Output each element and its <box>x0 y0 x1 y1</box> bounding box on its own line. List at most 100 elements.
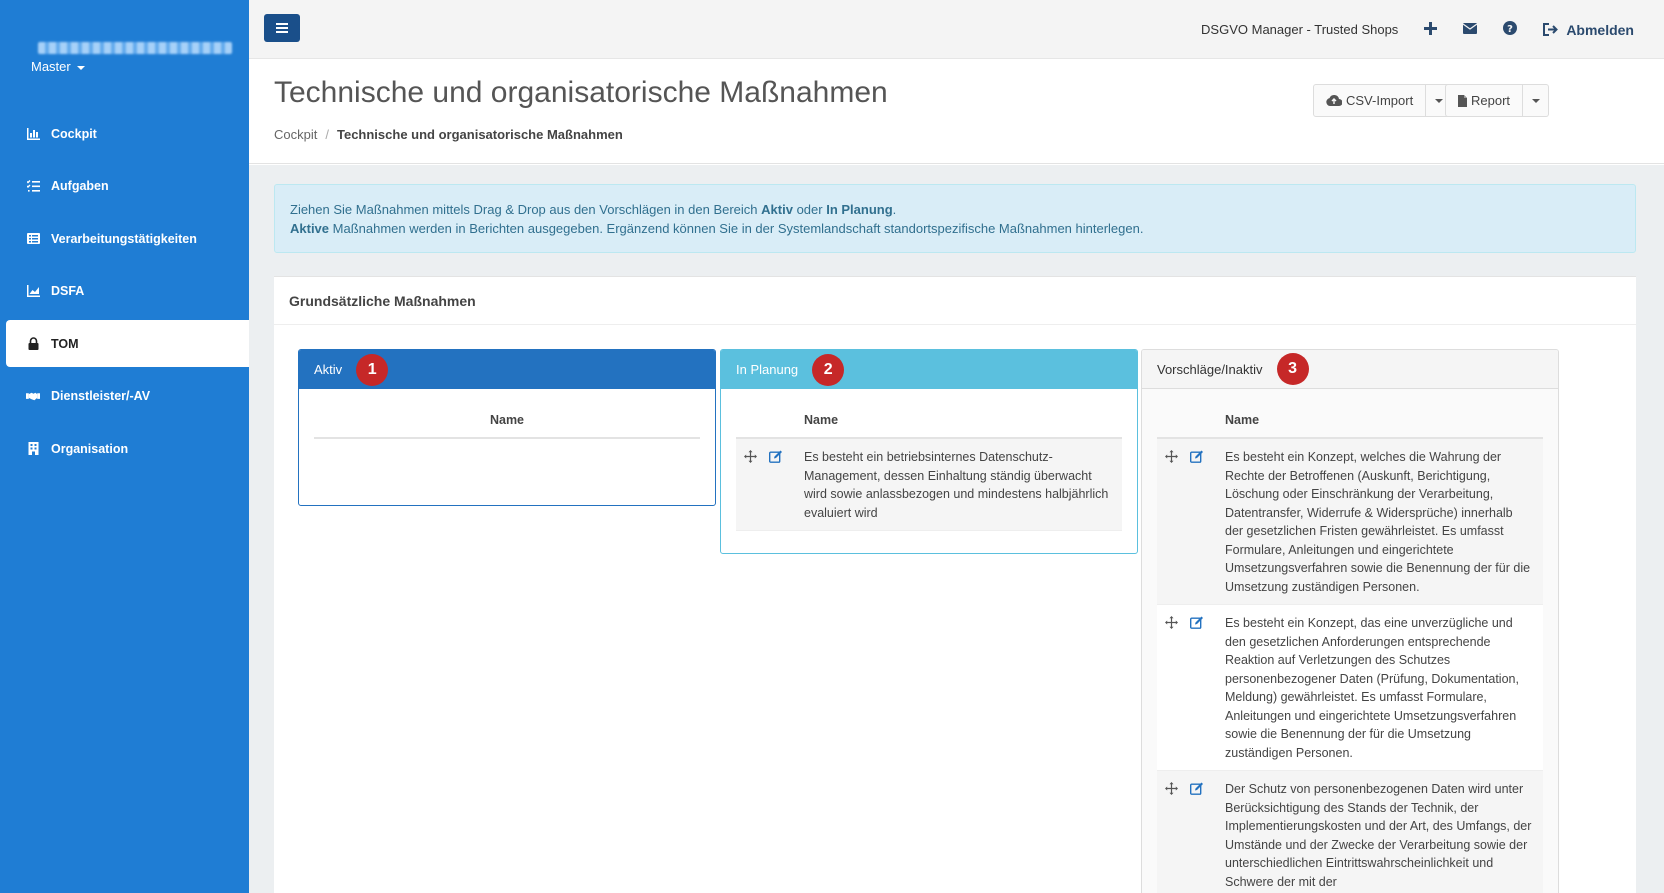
help-icon[interactable]: ? <box>1503 21 1518 38</box>
info-text: Maßnahmen werden in Berichten ausgegeben… <box>329 221 1144 236</box>
sidebar-item-cockpit[interactable]: Cockpit <box>0 110 249 157</box>
column-header-name[interactable]: Name <box>736 403 1122 439</box>
chart-icon <box>26 127 40 141</box>
table-row[interactable]: Es besteht ein betriebsinternes Datensch… <box>736 439 1122 531</box>
row-actions <box>1157 780 1225 891</box>
panel-vorschlaege[interactable]: Vorschläge/Inaktiv 3 Name Es besteht ein… <box>1141 349 1559 893</box>
info-bold-planung: In Planung <box>826 202 893 217</box>
panel-title: In Planung <box>736 362 799 377</box>
envelope-icon[interactable] <box>1462 22 1478 37</box>
hamburger-icon <box>276 23 288 33</box>
move-icon[interactable] <box>1165 616 1178 762</box>
step-badge: 2 <box>812 353 845 386</box>
report-button[interactable]: Report <box>1445 84 1524 117</box>
tasks-icon <box>26 179 40 193</box>
info-line-1: Ziehen Sie Maßnahmen mittels Drag & Drop… <box>290 200 1620 219</box>
step-badge: 1 <box>356 353 389 386</box>
caret-down-icon <box>1531 98 1540 103</box>
report-group: Report <box>1445 84 1550 117</box>
area-chart-icon <box>26 284 40 298</box>
logout-button[interactable]: Abmelden <box>1543 22 1634 38</box>
breadcrumb-home[interactable]: Cockpit <box>274 127 317 142</box>
menu-toggle-button[interactable] <box>264 14 300 42</box>
edit-icon[interactable] <box>1189 450 1204 596</box>
building-icon <box>26 442 40 456</box>
sidebar-item-label: Organisation <box>51 441 129 456</box>
section-title: Grundsätzliche Maßnahmen <box>274 277 1636 325</box>
measure-text: Es besteht ein Konzept, das eine unverzü… <box>1225 616 1519 760</box>
row-actions <box>736 448 804 522</box>
sidebar-item-label: Dienstleister/-AV <box>51 389 151 403</box>
panel-body: Name Es besteht ein betriebsinternes Dat… <box>721 389 1137 531</box>
csv-import-label: CSV-Import <box>1346 93 1414 108</box>
cloud-upload-icon <box>1326 95 1342 106</box>
caret-down-icon <box>1434 98 1443 103</box>
table-row[interactable]: Es besteht ein Konzept, welches die Wahr… <box>1157 439 1543 605</box>
edit-icon[interactable] <box>768 450 783 522</box>
info-text: Ziehen Sie Maßnahmen mittels Drag & Drop… <box>290 202 762 217</box>
lock-icon <box>26 337 40 351</box>
user-name-blurred <box>38 42 232 54</box>
step-badge: 3 <box>1276 353 1309 385</box>
measure-text: Es besteht ein betriebsinternes Datensch… <box>804 450 1109 520</box>
app-name[interactable]: DSGVO Manager - Trusted Shops <box>1201 22 1398 37</box>
edit-icon[interactable] <box>1189 616 1204 762</box>
report-label: Report <box>1471 93 1511 108</box>
list-icon <box>26 232 40 246</box>
caret-down-icon <box>76 65 85 70</box>
measure-text: Der Schutz von personenbezogenen Daten w… <box>1225 782 1532 889</box>
sidebar-item-organisation[interactable]: Organisation <box>0 425 249 472</box>
sidebar-item-dsfa[interactable]: DSFA <box>0 268 249 315</box>
info-bold-aktiv: Aktiv <box>761 202 793 217</box>
breadcrumb-separator: / <box>325 127 329 142</box>
panel-in-planung[interactable]: In Planung 2 Name Es besteht ein betrieb… <box>720 349 1138 554</box>
sidebar-item-dienstleister[interactable]: Dienstleister/-AV <box>0 373 249 420</box>
panel-planung-header: In Planung 2 <box>721 350 1137 389</box>
plus-icon[interactable] <box>1424 21 1438 38</box>
account-label: Master <box>31 59 71 74</box>
column-header-name[interactable]: Name <box>314 403 700 439</box>
panel-title: Vorschläge/Inaktiv <box>1157 361 1263 377</box>
edit-icon[interactable] <box>1189 782 1204 891</box>
panel-body: Name <box>299 389 715 439</box>
measures-box: Grundsätzliche Maßnahmen Aktiv 1 Name In… <box>274 276 1636 893</box>
sidebar-item-verarbeitungstaetigkeiten[interactable]: Verarbeitungstätigkeiten <box>0 215 249 262</box>
column-header-name[interactable]: Name <box>1157 403 1543 439</box>
sidebar: Master Cockpit Aufgaben Verarbeitungstät… <box>0 0 249 893</box>
sidebar-item-tom[interactable]: TOM <box>6 320 249 367</box>
breadcrumb-current: Technische und organisatorische Maßnahme… <box>336 127 623 142</box>
measure-text: Es besteht ein Konzept, welches die Wahr… <box>1225 450 1531 594</box>
row-actions <box>1157 614 1225 762</box>
move-icon[interactable] <box>1165 782 1178 891</box>
logout-label: Abmelden <box>1566 21 1634 38</box>
table-row[interactable]: Der Schutz von personenbezogenen Daten w… <box>1157 771 1543 893</box>
panel-body: Name Es besteht ein Konzept, welches die… <box>1142 389 1558 893</box>
panel-title: Aktiv <box>314 362 343 377</box>
csv-import-button[interactable]: CSV-Import <box>1313 84 1427 117</box>
page-header: Technische und organisatorische Maßnahme… <box>249 59 1664 164</box>
svg-text:?: ? <box>1507 24 1513 35</box>
csv-import-group: CSV-Import <box>1313 84 1453 117</box>
sidebar-item-label: Aufgaben <box>51 179 109 193</box>
info-alert: Ziehen Sie Maßnahmen mittels Drag & Drop… <box>274 184 1636 253</box>
panel-aktiv-header: Aktiv 1 <box>299 350 715 389</box>
account-dropdown[interactable]: Master <box>31 59 85 74</box>
row-actions <box>1157 448 1225 596</box>
panel-aktiv[interactable]: Aktiv 1 Name <box>298 349 716 506</box>
sidebar-item-label: DSFA <box>51 284 85 298</box>
move-icon[interactable] <box>1165 450 1178 596</box>
topbar: DSGVO Manager - Trusted Shops ? Abmelden <box>249 0 1664 59</box>
sidebar-item-label: TOM <box>51 336 79 351</box>
table-row[interactable]: Es besteht ein Konzept, das eine unverzü… <box>1157 605 1543 771</box>
sidebar-item-aufgaben[interactable]: Aufgaben <box>0 163 249 210</box>
handshake-icon <box>26 389 40 403</box>
sign-out-icon <box>1543 23 1559 36</box>
move-icon[interactable] <box>744 450 757 522</box>
breadcrumb: Cockpit / Technische und organisatorische … <box>274 127 623 142</box>
sidebar-item-label: Cockpit <box>51 126 97 141</box>
sidebar-item-label: Verarbeitungstätigkeiten <box>51 231 197 246</box>
page-title: Technische und organisatorische Maßnahme… <box>274 76 888 109</box>
report-dropdown[interactable] <box>1523 84 1550 117</box>
panel-vorschlaege-header: Vorschläge/Inaktiv 3 <box>1142 350 1558 389</box>
topbar-actions: DSGVO Manager - Trusted Shops ? Abmelden <box>1201 0 1634 59</box>
